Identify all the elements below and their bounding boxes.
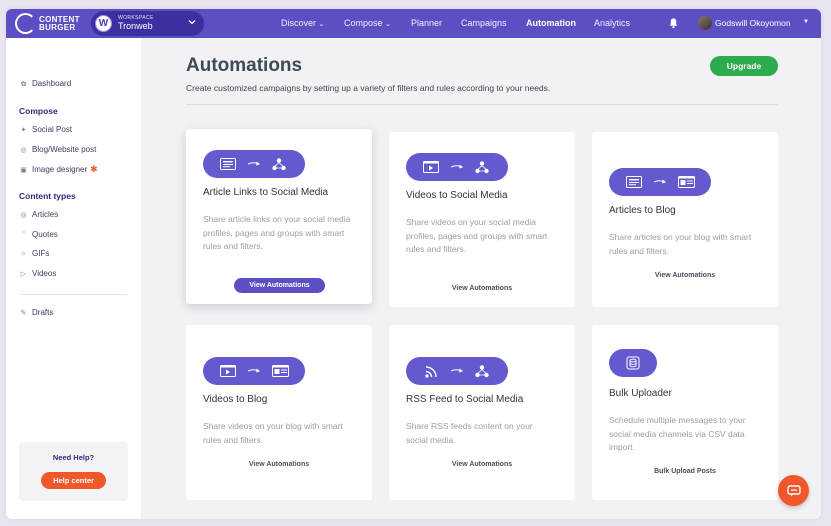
logo-line-2: BURGER — [39, 22, 76, 32]
nav-campaigns[interactable]: Campaigns — [461, 18, 507, 28]
video-icon — [422, 153, 440, 181]
rss-icon — [422, 357, 440, 385]
card-title: Articles to Blog — [609, 205, 676, 216]
card-description: Share videos on your blog with smart rul… — [203, 421, 343, 445]
automation-card-rss-social[interactable]: RSS Feed to Social Media Share RSS feeds… — [389, 325, 575, 500]
sidebar-item-drafts[interactable]: ✎ Drafts — [19, 308, 54, 317]
automation-card-videos-blog[interactable]: Videos to Blog Share videos on your blog… — [186, 325, 372, 500]
flow-pill — [406, 153, 508, 181]
chevron-down-icon — [188, 20, 196, 25]
title-divider — [186, 104, 778, 105]
nav-planner[interactable]: Planner — [411, 18, 442, 28]
flow-pill — [203, 150, 305, 178]
card-title: Bulk Uploader — [609, 388, 672, 399]
view-automations-link[interactable]: View Automations — [186, 461, 372, 468]
image-icon: ▣ — [20, 166, 27, 174]
new-star-icon: ✱ — [90, 164, 98, 174]
card-title: Videos to Social Media — [406, 190, 508, 201]
flow-pill — [609, 168, 711, 196]
database-upload-icon — [624, 349, 642, 377]
article-icon — [625, 168, 643, 196]
app-window: CONTENT BURGER W WORKSPACE Tronweb Disco… — [6, 9, 821, 519]
main-content: Automations Create customized campaigns … — [141, 38, 821, 519]
brand-logo[interactable]: CONTENT BURGER — [15, 13, 80, 34]
automation-card-bulk-uploader[interactable]: Bulk Uploader Schedule multiple messages… — [592, 325, 778, 500]
caret-down-icon[interactable]: ▼ — [803, 19, 809, 25]
user-name[interactable]: Godswill Okoyomon — [715, 18, 791, 28]
arrow-right-icon — [450, 357, 464, 385]
card-description: Share RSS feeds content on your social m… — [406, 421, 533, 445]
article-icon — [219, 150, 237, 178]
card-description: Schedule multiple messages to your socia… — [609, 415, 746, 452]
arrow-right-icon — [450, 153, 464, 181]
video-icon — [219, 357, 237, 385]
view-automations-button[interactable]: View Automations — [234, 278, 325, 293]
arrow-right-icon — [247, 150, 261, 178]
help-center-button[interactable]: Help center — [41, 472, 106, 489]
social-network-icon — [474, 357, 490, 385]
upgrade-button[interactable]: Upgrade — [710, 56, 778, 76]
drafts-icon: ✎ — [20, 309, 27, 317]
card-title: Videos to Blog — [203, 394, 268, 405]
sidebar-item-articles[interactable]: ◎ Articles — [19, 210, 58, 219]
blog-icon — [677, 168, 695, 196]
sidebar-divider — [19, 294, 127, 295]
logo-icon — [15, 13, 36, 34]
nav-automation[interactable]: Automation — [526, 18, 576, 28]
automation-card-article-links[interactable]: Article Links to Social Media Share arti… — [186, 129, 372, 304]
sidebar-item-social-post[interactable]: ✦ Social Post — [19, 125, 72, 134]
globe-icon: ◎ — [20, 146, 27, 154]
chat-support-button[interactable] — [778, 475, 809, 506]
sidebar-item-dashboard[interactable]: ✿ Dashboard — [19, 79, 72, 88]
bulk-upload-posts-link[interactable]: Bulk Upload Posts — [592, 468, 778, 475]
bell-icon[interactable] — [668, 17, 679, 29]
sidebar-item-blog-post[interactable]: ◎ Blog/Website post — [19, 145, 96, 154]
arrow-right-icon — [247, 357, 261, 385]
view-automations-link[interactable]: View Automations — [592, 272, 778, 279]
sidebar-item-videos[interactable]: ▷ Videos — [19, 269, 57, 278]
page-subtitle: Create customized campaigns by setting u… — [186, 83, 551, 93]
user-avatar[interactable] — [698, 16, 712, 30]
sidebar-item-quotes[interactable]: “Quotes — [19, 230, 57, 239]
workspace-name: Tronweb — [118, 21, 153, 31]
nav-discover[interactable]: Discover ⌄ — [281, 18, 324, 28]
flow-pill — [406, 357, 508, 385]
view-automations-link[interactable]: View Automations — [389, 461, 575, 468]
social-network-icon — [474, 153, 490, 181]
blog-icon — [271, 357, 289, 385]
help-title: Need Help? — [52, 453, 95, 462]
content-types-heading: Content types — [19, 191, 76, 201]
workspace-avatar: W — [95, 15, 112, 32]
gif-icon: ☼ — [20, 250, 27, 257]
workspace-caption: WORKSPACE — [118, 15, 154, 21]
card-description: Share article links on your social media… — [203, 214, 351, 251]
card-title: Article Links to Social Media — [203, 187, 329, 198]
bulk-pill — [609, 349, 657, 377]
globe-icon: ◎ — [20, 211, 27, 219]
page-title: Automations — [186, 55, 303, 76]
compose-heading: Compose — [19, 106, 58, 116]
nav-compose[interactable]: Compose ⌄ — [344, 18, 391, 28]
card-description: Share articles on your blog with smart r… — [609, 232, 752, 256]
card-description: Share videos on your social media profil… — [406, 217, 548, 254]
sidebar-item-image-designer[interactable]: ▣ Image designer ✱ — [19, 164, 98, 175]
nav-analytics[interactable]: Analytics — [594, 18, 630, 28]
workspace-switcher[interactable]: W WORKSPACE Tronweb — [91, 11, 204, 36]
social-network-icon — [271, 150, 287, 178]
top-navbar: CONTENT BURGER W WORKSPACE Tronweb Disco… — [6, 9, 821, 38]
sparkle-icon: ✦ — [20, 126, 27, 134]
quote-icon: “ — [22, 231, 25, 238]
chat-icon — [786, 484, 801, 496]
arrow-right-icon — [653, 168, 667, 196]
card-title: RSS Feed to Social Media — [406, 394, 524, 405]
help-box: Need Help? Help center — [19, 442, 128, 501]
flow-pill — [203, 357, 305, 385]
play-icon: ▷ — [20, 270, 27, 278]
sidebar: ✿ Dashboard Compose ✦ Social Post ◎ Blog/We… — [6, 38, 141, 519]
dashboard-icon: ✿ — [20, 80, 27, 88]
automation-card-articles-blog[interactable]: Articles to Blog Share articles on your … — [592, 132, 778, 307]
view-automations-link[interactable]: View Automations — [389, 285, 575, 292]
automation-card-videos-social[interactable]: Videos to Social Media Share videos on y… — [389, 132, 575, 307]
sidebar-item-gifs[interactable]: ☼ GIFs — [19, 249, 49, 258]
